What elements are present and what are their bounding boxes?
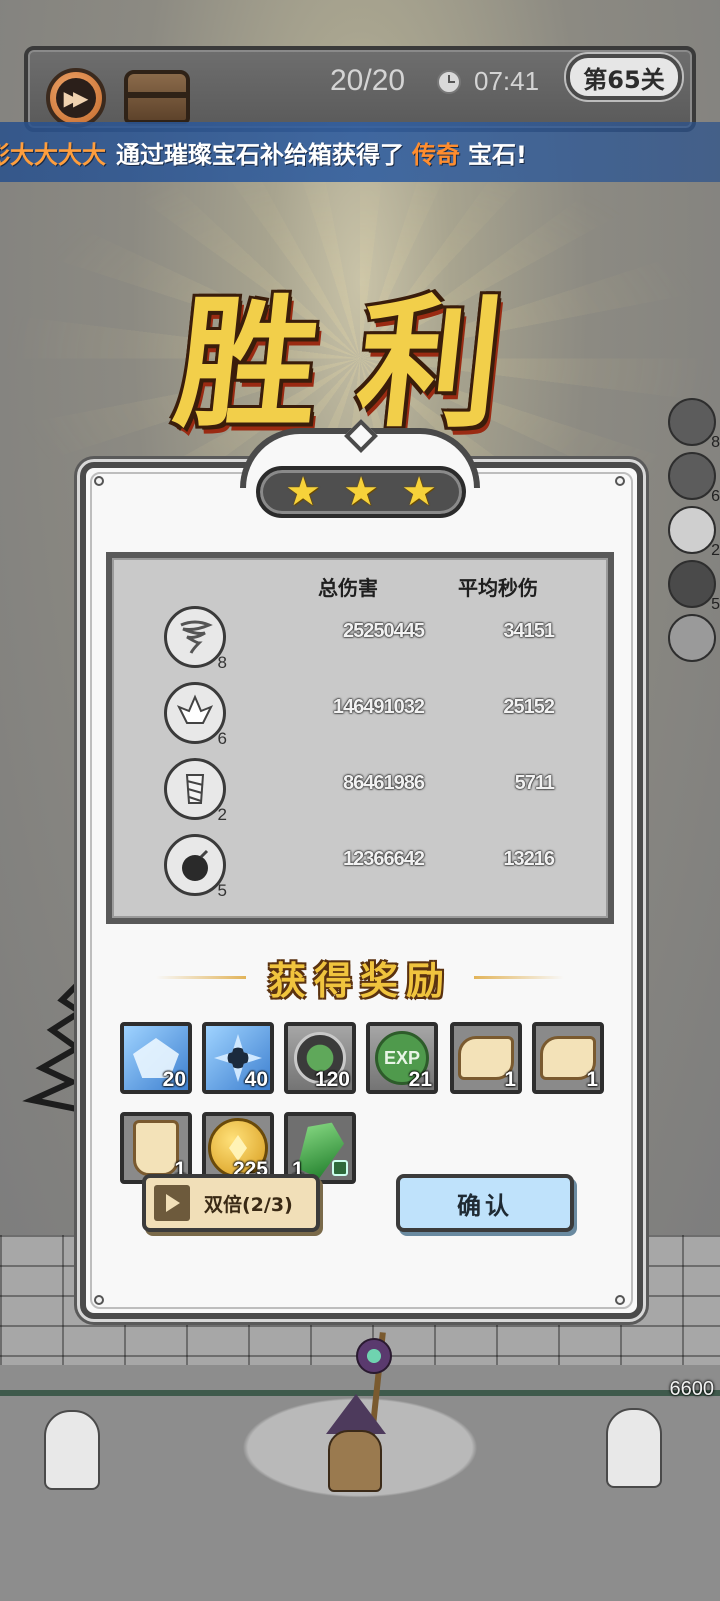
side-tower-tornado[interactable]: 8	[668, 398, 720, 451]
reward-divider-right	[474, 976, 564, 979]
tower-total-damage: 146491032	[332, 696, 425, 718]
star-rating: ★ ★ ★	[256, 466, 466, 518]
panel-rivet	[94, 476, 104, 486]
gem-type-tag-icon	[332, 1160, 348, 1176]
side-tower-level: 8	[711, 434, 720, 451]
reward-quantity: 21	[408, 1068, 432, 1091]
side-tower-level: 6	[711, 488, 720, 505]
star-icon: ★	[401, 469, 437, 515]
ice-card-reward[interactable]: 40	[202, 1022, 274, 1094]
side-tower-bomb[interactable]: 5	[668, 560, 720, 613]
tower-level: 6	[217, 729, 227, 748]
panel-rivet	[94, 1295, 104, 1305]
green-emblem-reward[interactable]: 120	[284, 1022, 356, 1094]
tower-level: 2	[217, 805, 227, 824]
enemy-ghost-left	[44, 1410, 100, 1490]
bomb-tower-icon: 5	[164, 834, 227, 900]
panel-rivet	[615, 1295, 625, 1305]
total-damage-header: 总伤害	[318, 576, 378, 600]
game-timer: 07:41	[474, 66, 540, 96]
tower-level: 5	[217, 881, 227, 900]
star-icon: ★	[285, 469, 321, 515]
fast-forward-button[interactable]: ▶▶	[46, 68, 106, 128]
tower-average-dps: 5711	[514, 772, 555, 794]
crystal-tower-icon: 6	[164, 682, 227, 748]
double-reward-label: 双倍(2/3)	[204, 1193, 293, 1216]
tornado-tower-icon: 8	[164, 606, 227, 672]
panel-rivet	[615, 476, 625, 486]
reward-quantity: 120	[314, 1068, 350, 1091]
side-tower-empty-slot[interactable]	[668, 614, 716, 662]
side-tower-crystal[interactable]: 6	[668, 452, 720, 505]
reward-quantity: 1	[586, 1068, 598, 1091]
wizard-robe	[328, 1430, 382, 1492]
treasure-chest-icon[interactable]	[124, 70, 190, 124]
ticker-player-name: 彭大大大大	[0, 140, 106, 169]
confirm-button[interactable]: 确认	[396, 1174, 574, 1232]
ticker-message-end: 宝石!	[468, 140, 527, 169]
enemy-ghost-right	[606, 1408, 662, 1488]
clock-icon	[437, 70, 461, 94]
drill-tower-icon: 2	[164, 758, 227, 824]
double-reward-button[interactable]: 双倍(2/3)	[142, 1174, 320, 1232]
level-badge: 第65关	[566, 54, 682, 100]
tower-level: 8	[217, 653, 227, 672]
scroll-rope-reward[interactable]: 1	[450, 1022, 522, 1094]
broadcast-ticker: 彭大大大大 通过璀璨宝石补给箱获得了 传奇 宝石!	[0, 122, 720, 182]
tower-average-dps: 34151	[503, 620, 555, 642]
wizard-character	[318, 1394, 390, 1504]
tower-total-damage: 25250445	[343, 620, 425, 642]
tower-total-damage: 12366642	[343, 848, 425, 870]
ticker-message: 通过璀璨宝石补给箱获得了	[116, 140, 404, 169]
scroll-icon	[133, 1120, 179, 1176]
side-tower-level: 2	[711, 542, 720, 559]
reward-title: 获得奖励	[267, 959, 452, 1003]
reward-quantity: 1	[504, 1068, 516, 1091]
star-icon: ★	[343, 469, 379, 515]
side-tower-drill[interactable]: 2	[668, 506, 720, 559]
reward-quantity: 20	[162, 1068, 186, 1091]
tower-total-damage: 86461986	[343, 772, 425, 794]
video-ad-icon	[154, 1185, 190, 1221]
tower-average-dps: 13216	[503, 848, 555, 870]
base-hp-value: 6600	[669, 1378, 715, 1400]
staff-gem	[356, 1338, 392, 1374]
side-tower-level: 5	[711, 596, 720, 613]
exp-reward[interactable]: EXP 21	[366, 1022, 438, 1094]
fast-forward-icon: ▶▶	[56, 78, 96, 118]
wave-counter: 20/20	[330, 64, 406, 97]
scroll-hat-reward[interactable]: 1	[532, 1022, 604, 1094]
wizard-hat	[326, 1394, 386, 1434]
average-dps-header: 平均秒伤	[458, 576, 538, 600]
ticker-rarity: 传奇	[412, 140, 460, 169]
crystal-card-reward[interactable]: 20	[120, 1022, 192, 1094]
tower-average-dps: 25152	[503, 696, 555, 718]
reward-quantity: 40	[244, 1068, 268, 1091]
